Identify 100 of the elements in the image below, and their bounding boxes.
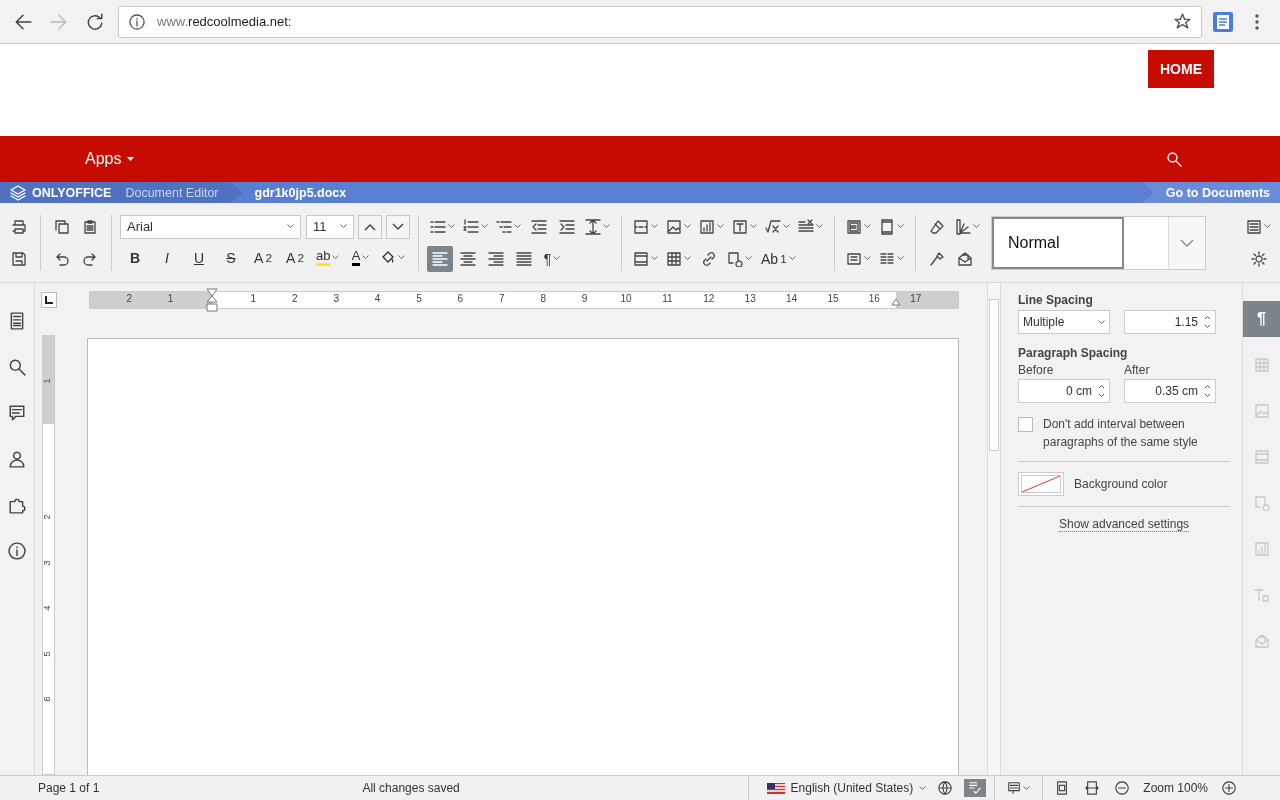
tab-stop-button[interactable] [40, 292, 57, 308]
ruler-number: 14 [786, 293, 798, 304]
person-icon [8, 450, 26, 468]
increase-indent-icon [559, 218, 575, 235]
page-count[interactable]: Page 1 of 1 [38, 781, 100, 795]
settings-tab[interactable]: ¶ [1243, 301, 1280, 337]
background-color-button[interactable] [1018, 472, 1065, 496]
ruler-number: 4 [41, 605, 52, 611]
spinner-icon [1204, 315, 1212, 329]
language-button[interactable]: English (United States) [766, 781, 927, 795]
menu-icon [1255, 13, 1259, 30]
spell-check-icon [968, 781, 983, 795]
caret-icon [788, 256, 796, 261]
format-button[interactable]: U [184, 244, 214, 271]
document-extension-icon[interactable] [1212, 10, 1234, 33]
line-spacing-dropdown[interactable]: Multiple [1018, 310, 1111, 334]
save-status: All changes saved [362, 781, 460, 795]
zoom-out-icon [1115, 781, 1130, 795]
orientation-icon [846, 250, 862, 267]
ruler-number: 3 [333, 293, 339, 304]
comment-icon [8, 404, 26, 422]
checkbox[interactable] [1018, 417, 1034, 432]
caret-icon [783, 224, 790, 229]
style-gallery[interactable]: Normal [991, 215, 1206, 270]
increase-font-button[interactable] [358, 214, 382, 239]
printer-icon [11, 218, 27, 235]
line-spacing-field[interactable]: 1.15 [1124, 310, 1217, 334]
caret-icon [514, 224, 521, 229]
search-button[interactable] [1166, 151, 1182, 167]
caret-icon [897, 256, 904, 261]
caret-icon [603, 224, 610, 229]
indent-marker[interactable] [890, 298, 901, 306]
info-icon [8, 542, 26, 560]
caret-icon [127, 157, 135, 161]
zoom-in-icon [1222, 781, 1236, 795]
chart-icon [1253, 541, 1270, 557]
address-bar[interactable]: www.redcoolmedia.net: [118, 5, 1202, 38]
ruler-number: 11 [662, 293, 673, 304]
ruler-number: 3 [41, 560, 52, 565]
track-changes-icon [1007, 781, 1022, 795]
caret-icon [745, 256, 752, 261]
indent-marker[interactable] [205, 288, 218, 312]
caret-icon [651, 224, 658, 229]
puzzle-icon [8, 496, 26, 514]
chart-icon [699, 218, 715, 235]
font-name-field[interactable]: Arial [120, 214, 301, 239]
table-icon [666, 250, 682, 267]
field-label: Before [1018, 363, 1055, 377]
caret-icon [684, 256, 691, 261]
align-left-icon [432, 250, 448, 267]
logo-text: ONLYOFFICE [32, 185, 112, 200]
caret-icon [398, 255, 406, 260]
header-footer-icon [633, 250, 649, 267]
line-spacing-icon [585, 218, 601, 235]
ruler-number: 6 [457, 293, 464, 304]
apps-menu[interactable]: Apps [85, 150, 135, 168]
font-color-button[interactable]: A [345, 244, 376, 271]
spacing-after-field[interactable]: 0.35 cm [1124, 379, 1217, 403]
envelope-icon [957, 250, 973, 267]
forward-icon [50, 12, 68, 31]
app-name: Document Editor [125, 185, 219, 200]
save-icon [11, 250, 27, 267]
justify-icon [516, 250, 532, 267]
advanced-settings-link[interactable]: Show advanced settings [1059, 517, 1190, 532]
highlight-button[interactable]: ab [312, 244, 344, 271]
checkbox-label: Don't add interval between paragraphs of the same style [1043, 416, 1199, 451]
alignment-button[interactable] [427, 245, 453, 272]
ruler-number: 5 [416, 293, 422, 304]
ruler-number: 17 [910, 293, 922, 304]
page-break-icon [633, 218, 649, 235]
style-item[interactable]: Normal [992, 216, 1124, 269]
ruler-number: 4 [374, 293, 381, 304]
ruler-number: 2 [41, 514, 52, 520]
caret-icon [448, 224, 455, 229]
flag-icon [766, 782, 785, 794]
format-button[interactable]: I [152, 244, 182, 271]
table-icon [1253, 357, 1270, 373]
ruler-number: 1 [41, 378, 52, 384]
fit-page-icon [1055, 781, 1070, 795]
envelope-icon [1253, 633, 1270, 649]
caret-icon [340, 224, 347, 229]
scrollbar[interactable] [986, 283, 1000, 775]
page-size-icon [879, 218, 895, 235]
ruler-number: 1 [250, 293, 257, 304]
shape-icon [1253, 495, 1270, 511]
spell-check-button[interactable] [964, 779, 987, 797]
chevron-down-icon [1180, 238, 1194, 247]
ruler-number: 15 [827, 293, 839, 304]
field-label: After [1124, 363, 1151, 377]
decrease-font-button[interactable] [386, 214, 410, 239]
format-button[interactable]: B [120, 244, 150, 271]
font-size-field[interactable]: 11 [306, 214, 354, 239]
home-button[interactable]: HOME [1148, 50, 1214, 88]
globe-icon [938, 781, 953, 795]
info-button[interactable] [5, 539, 29, 563]
settings-icon [1250, 250, 1267, 267]
spacing-before-field[interactable]: 0 cm [1018, 379, 1111, 403]
paragraph-marks-button[interactable]: ¶ [539, 245, 565, 272]
format-button[interactable]: S [216, 244, 246, 271]
numbered-list-icon [463, 218, 479, 235]
